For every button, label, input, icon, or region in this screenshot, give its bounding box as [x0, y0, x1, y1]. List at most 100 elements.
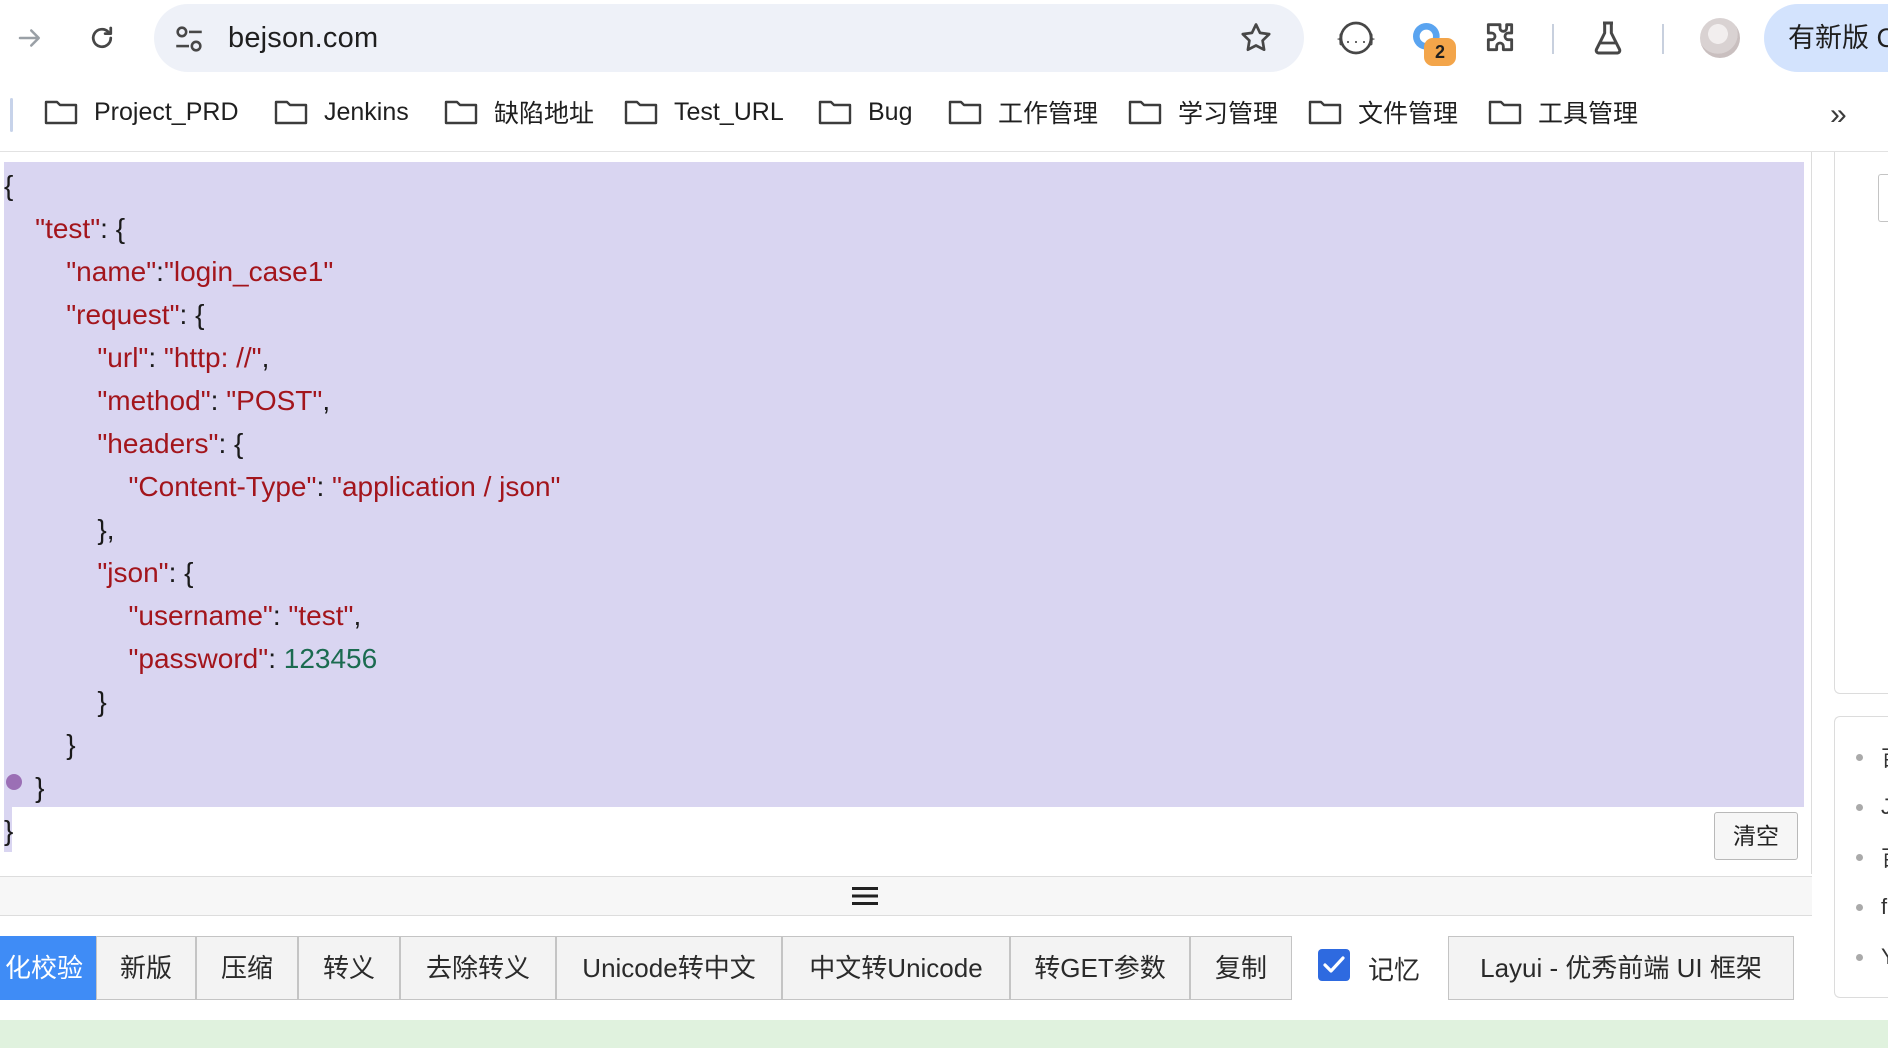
- bookmarks-overflow-button[interactable]: »: [1830, 98, 1847, 132]
- toolbar-separator: [1552, 24, 1554, 54]
- code-line: "request": {: [66, 299, 205, 330]
- bookmark-item[interactable]: 工具管理: [1488, 86, 1638, 138]
- clear-button[interactable]: 清空: [1714, 812, 1798, 860]
- svg-text:{...}: {...}: [1336, 32, 1376, 47]
- bookmark-label: Bug: [868, 97, 913, 126]
- folder-icon: [818, 100, 852, 125]
- bookmark-item[interactable]: 学习管理: [1128, 86, 1278, 138]
- side-list-item[interactable]: J: [1856, 782, 1888, 832]
- side-list-label: J: [1881, 794, 1888, 819]
- code-line: }: [35, 772, 45, 803]
- arrow-right-icon: [18, 29, 40, 47]
- labs-flask-icon[interactable]: [1588, 18, 1628, 58]
- bookmark-label: 学习管理: [1178, 100, 1279, 128]
- toolbar-separator: [1662, 24, 1664, 54]
- bookmark-label: 文件管理: [1358, 100, 1459, 128]
- bookmark-label: 工具管理: [1538, 100, 1639, 128]
- profile-avatar[interactable]: [1700, 18, 1740, 58]
- side-link-list: 百J百fY: [1856, 732, 1888, 982]
- layui-link-button[interactable]: Layui - 优秀前端 UI 框架: [1448, 936, 1794, 1000]
- url-text[interactable]: bejson.com: [228, 22, 378, 55]
- bookmark-label: Project_PRD: [94, 97, 239, 126]
- action-button[interactable]: 去除转义: [400, 936, 556, 1000]
- code-content[interactable]: { "test": { "name":"login_case1" "reques…: [4, 164, 560, 852]
- folder-icon: [1128, 100, 1162, 125]
- code-line: "name":"login_case1": [66, 256, 334, 287]
- checkmark-icon: [1323, 956, 1345, 973]
- bookmark-item[interactable]: Jenkins: [274, 86, 409, 138]
- fold-marker-icon[interactable]: [6, 774, 22, 790]
- code-line: "username": "test",: [128, 600, 362, 631]
- code-line: {: [4, 170, 14, 201]
- bookmarks-divider: [10, 98, 13, 132]
- action-button[interactable]: Unicode转中文: [556, 936, 782, 1000]
- extensions-puzzle-icon[interactable]: [1480, 18, 1520, 58]
- memory-label: 记忆: [1368, 955, 1421, 985]
- side-list-item[interactable]: f: [1856, 882, 1888, 932]
- code-line: }: [97, 686, 107, 717]
- json-extension-icon[interactable]: {...}: [1336, 18, 1376, 58]
- bookmark-label: Test_URL: [674, 97, 784, 126]
- folder-icon: [274, 100, 308, 125]
- footer-notice-strip: [0, 1020, 1888, 1048]
- json-editor[interactable]: { "test": { "name":"login_case1" "reques…: [0, 152, 1812, 874]
- side-list-item[interactable]: Y: [1856, 932, 1888, 982]
- bullet-icon: [1856, 803, 1863, 811]
- bookmark-item[interactable]: Bug: [818, 86, 912, 138]
- bookmark-item[interactable]: 工作管理: [948, 86, 1098, 138]
- code-line: "json": {: [97, 557, 194, 588]
- action-button[interactable]: 中文转Unicode: [782, 936, 1010, 1000]
- bookmark-item[interactable]: Test_URL: [624, 86, 784, 138]
- action-button[interactable]: 化校验: [0, 936, 98, 1000]
- browser-toolbar: bejson.com {...} 2 有新版 C: [0, 0, 1888, 78]
- folder-icon: [948, 100, 982, 125]
- code-line: "headers": {: [97, 428, 244, 459]
- folder-icon: [444, 100, 478, 125]
- action-button[interactable]: 转GET参数: [1010, 936, 1190, 1000]
- side-list-label: 百: [1881, 741, 1888, 773]
- code-line: }: [66, 729, 76, 760]
- code-line: },: [97, 514, 115, 545]
- site-settings-icon[interactable]: [172, 22, 206, 56]
- action-button[interactable]: 新版: [96, 936, 196, 1000]
- bullet-icon: [1856, 903, 1863, 911]
- folder-icon: [44, 100, 78, 125]
- address-bar[interactable]: bejson.com: [154, 4, 1304, 72]
- bookmark-item[interactable]: Project_PRD: [44, 86, 239, 138]
- bookmarks-bar: Project_PRD Jenkins 缺陷地址 Test_URL Bug 工作管理 学习管…: [0, 86, 1888, 138]
- bookmark-item[interactable]: 缺陷地址: [444, 86, 594, 138]
- bookmark-item[interactable]: 文件管理: [1308, 86, 1458, 138]
- action-button[interactable]: 复制: [1190, 936, 1292, 1000]
- memory-checkbox[interactable]: [1318, 949, 1350, 981]
- bookmark-label: Jenkins: [324, 97, 409, 126]
- side-list-label: Y: [1881, 944, 1888, 970]
- code-line: }: [4, 815, 14, 846]
- reload-icon: [91, 26, 113, 49]
- drag-handle-icon[interactable]: [852, 885, 878, 907]
- bookmark-label: 缺陷地址: [494, 100, 595, 128]
- bullet-icon: [1856, 753, 1863, 761]
- bullet-icon: [1856, 853, 1863, 861]
- extension-badge: 2: [1424, 38, 1456, 66]
- code-line: "method": "POST",: [97, 385, 331, 416]
- update-browser-button[interactable]: 有新版 C: [1764, 4, 1888, 72]
- side-list-label: f: [1881, 894, 1888, 919]
- action-button[interactable]: 转义: [298, 936, 400, 1000]
- action-button[interactable]: 压缩: [196, 936, 298, 1000]
- folder-icon: [624, 100, 658, 125]
- side-list-item[interactable]: 百: [1856, 732, 1888, 782]
- reload-button[interactable]: [80, 16, 124, 60]
- code-line: "Content-Type": "application / json": [128, 471, 561, 502]
- editor-resize-bar[interactable]: [0, 876, 1812, 916]
- side-list-item[interactable]: 百: [1856, 832, 1888, 882]
- folder-icon: [1308, 100, 1342, 125]
- side-search-input[interactable]: [1878, 174, 1888, 222]
- side-panel-top: [1834, 152, 1888, 694]
- folder-icon: [1488, 100, 1522, 125]
- forward-button[interactable]: [8, 16, 52, 60]
- bookmark-star-icon[interactable]: [1238, 20, 1274, 56]
- code-line: "test": {: [35, 213, 126, 244]
- side-list-label: 百: [1881, 841, 1888, 873]
- bookmark-label: 工作管理: [998, 100, 1099, 128]
- code-line: "password": 123456: [128, 643, 378, 674]
